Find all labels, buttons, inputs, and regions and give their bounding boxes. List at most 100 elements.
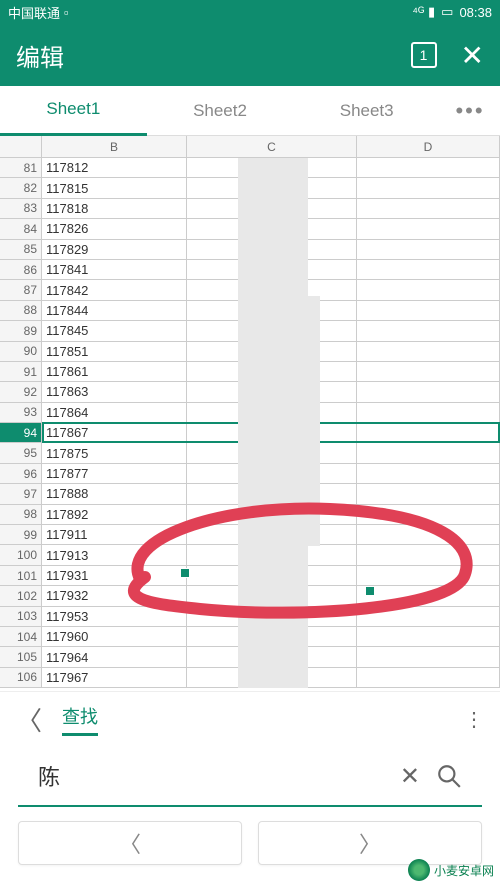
cell[interactable] — [357, 342, 500, 361]
cell[interactable] — [357, 199, 500, 218]
selection-handle[interactable] — [365, 586, 375, 596]
row-header[interactable]: 95 — [0, 443, 42, 462]
cell[interactable]: 117842 — [42, 280, 187, 299]
cell[interactable]: 117812 — [42, 158, 187, 177]
row-header[interactable]: 81 — [0, 158, 42, 177]
cell[interactable] — [357, 219, 500, 238]
row-header[interactable]: 88 — [0, 301, 42, 320]
col-header-b[interactable]: B — [42, 136, 187, 157]
cell[interactable]: 117911 — [42, 525, 187, 544]
cell[interactable] — [357, 240, 500, 259]
cell[interactable]: 117932 — [42, 586, 187, 605]
cell[interactable]: 117861 — [42, 362, 187, 381]
cell[interactable]: 117844 — [42, 301, 187, 320]
cell[interactable]: 117845 — [42, 321, 187, 340]
cell[interactable] — [357, 443, 500, 462]
cell[interactable] — [357, 586, 500, 605]
row-header[interactable]: 96 — [0, 464, 42, 483]
cell[interactable] — [357, 484, 500, 503]
cell[interactable]: 117875 — [42, 443, 187, 462]
find-back-button[interactable]: 〈 — [16, 701, 42, 738]
cell[interactable]: 117829 — [42, 240, 187, 259]
cell[interactable] — [357, 423, 500, 442]
row-header[interactable]: 97 — [0, 484, 42, 503]
cell[interactable]: 117960 — [42, 627, 187, 646]
col-header-c[interactable]: C — [187, 136, 357, 157]
row-header[interactable]: 94 — [0, 423, 42, 442]
cell[interactable]: 117953 — [42, 607, 187, 626]
tab-sheet3[interactable]: Sheet3 — [293, 87, 440, 135]
corner-cell[interactable] — [0, 136, 42, 157]
row-header[interactable]: 91 — [0, 362, 42, 381]
cell[interactable] — [357, 668, 500, 687]
row-header[interactable]: 83 — [0, 199, 42, 218]
row-header[interactable]: 101 — [0, 566, 42, 585]
cell[interactable]: 117967 — [42, 668, 187, 687]
cell[interactable] — [357, 525, 500, 544]
cell[interactable]: 117851 — [42, 342, 187, 361]
cell[interactable] — [357, 403, 500, 422]
cell[interactable] — [357, 464, 500, 483]
row-header[interactable]: 89 — [0, 321, 42, 340]
search-icon[interactable] — [436, 763, 462, 789]
cell[interactable] — [357, 505, 500, 524]
cell[interactable] — [357, 627, 500, 646]
search-row: ✕ — [18, 747, 482, 807]
cell[interactable]: 117913 — [42, 545, 187, 564]
cell[interactable]: 117867 — [42, 423, 187, 442]
find-prev-button[interactable]: 〈 — [18, 821, 242, 865]
cell[interactable]: 117877 — [42, 464, 187, 483]
cell[interactable]: 117892 — [42, 505, 187, 524]
row-header[interactable]: 84 — [0, 219, 42, 238]
cell[interactable] — [357, 647, 500, 666]
find-tab[interactable]: 查找 — [62, 703, 98, 736]
selection-handle[interactable] — [180, 568, 190, 578]
row-header[interactable]: 82 — [0, 178, 42, 197]
row-header[interactable]: 92 — [0, 382, 42, 401]
cell[interactable] — [357, 382, 500, 401]
cell[interactable]: 117815 — [42, 178, 187, 197]
cell[interactable]: 117931 — [42, 566, 187, 585]
row-header[interactable]: 85 — [0, 240, 42, 259]
row-header[interactable]: 87 — [0, 280, 42, 299]
find-more-button[interactable]: ⋮ — [464, 707, 484, 732]
close-button[interactable]: ✕ — [461, 39, 484, 72]
signal-icon: ⁴ᴳ ▮ — [412, 4, 435, 20]
tab-sheet2[interactable]: Sheet2 — [147, 87, 294, 135]
row-header[interactable]: 103 — [0, 607, 42, 626]
row-header[interactable]: 90 — [0, 342, 42, 361]
row-header[interactable]: 105 — [0, 647, 42, 666]
cell[interactable] — [357, 301, 500, 320]
row-header[interactable]: 86 — [0, 260, 42, 279]
cell[interactable]: 117964 — [42, 647, 187, 666]
tab-sheet1[interactable]: Sheet1 — [0, 85, 147, 136]
cell[interactable]: 117864 — [42, 403, 187, 422]
search-input[interactable] — [38, 763, 384, 789]
cell[interactable] — [357, 178, 500, 197]
cell[interactable]: 117841 — [42, 260, 187, 279]
row-header[interactable]: 106 — [0, 668, 42, 687]
cell[interactable] — [357, 607, 500, 626]
col-header-d[interactable]: D — [357, 136, 500, 157]
row-header[interactable]: 93 — [0, 403, 42, 422]
cell[interactable] — [357, 566, 500, 585]
cell[interactable] — [357, 280, 500, 299]
cell[interactable] — [357, 260, 500, 279]
spreadsheet-grid[interactable]: B C D 8111781282117815831178188411782685… — [0, 136, 500, 691]
cell[interactable] — [357, 545, 500, 564]
cell[interactable] — [357, 321, 500, 340]
row-header[interactable]: 98 — [0, 505, 42, 524]
row-header[interactable]: 104 — [0, 627, 42, 646]
row-header[interactable]: 102 — [0, 586, 42, 605]
row-header[interactable]: 100 — [0, 545, 42, 564]
cell[interactable]: 117888 — [42, 484, 187, 503]
clear-search-button[interactable]: ✕ — [400, 762, 420, 791]
cell[interactable]: 117826 — [42, 219, 187, 238]
cell[interactable] — [357, 362, 500, 381]
cell[interactable]: 117863 — [42, 382, 187, 401]
row-header[interactable]: 99 — [0, 525, 42, 544]
more-sheets-button[interactable]: ••• — [440, 86, 500, 136]
cell[interactable] — [357, 158, 500, 177]
tab-count-button[interactable]: 1 — [411, 42, 437, 68]
cell[interactable]: 117818 — [42, 199, 187, 218]
